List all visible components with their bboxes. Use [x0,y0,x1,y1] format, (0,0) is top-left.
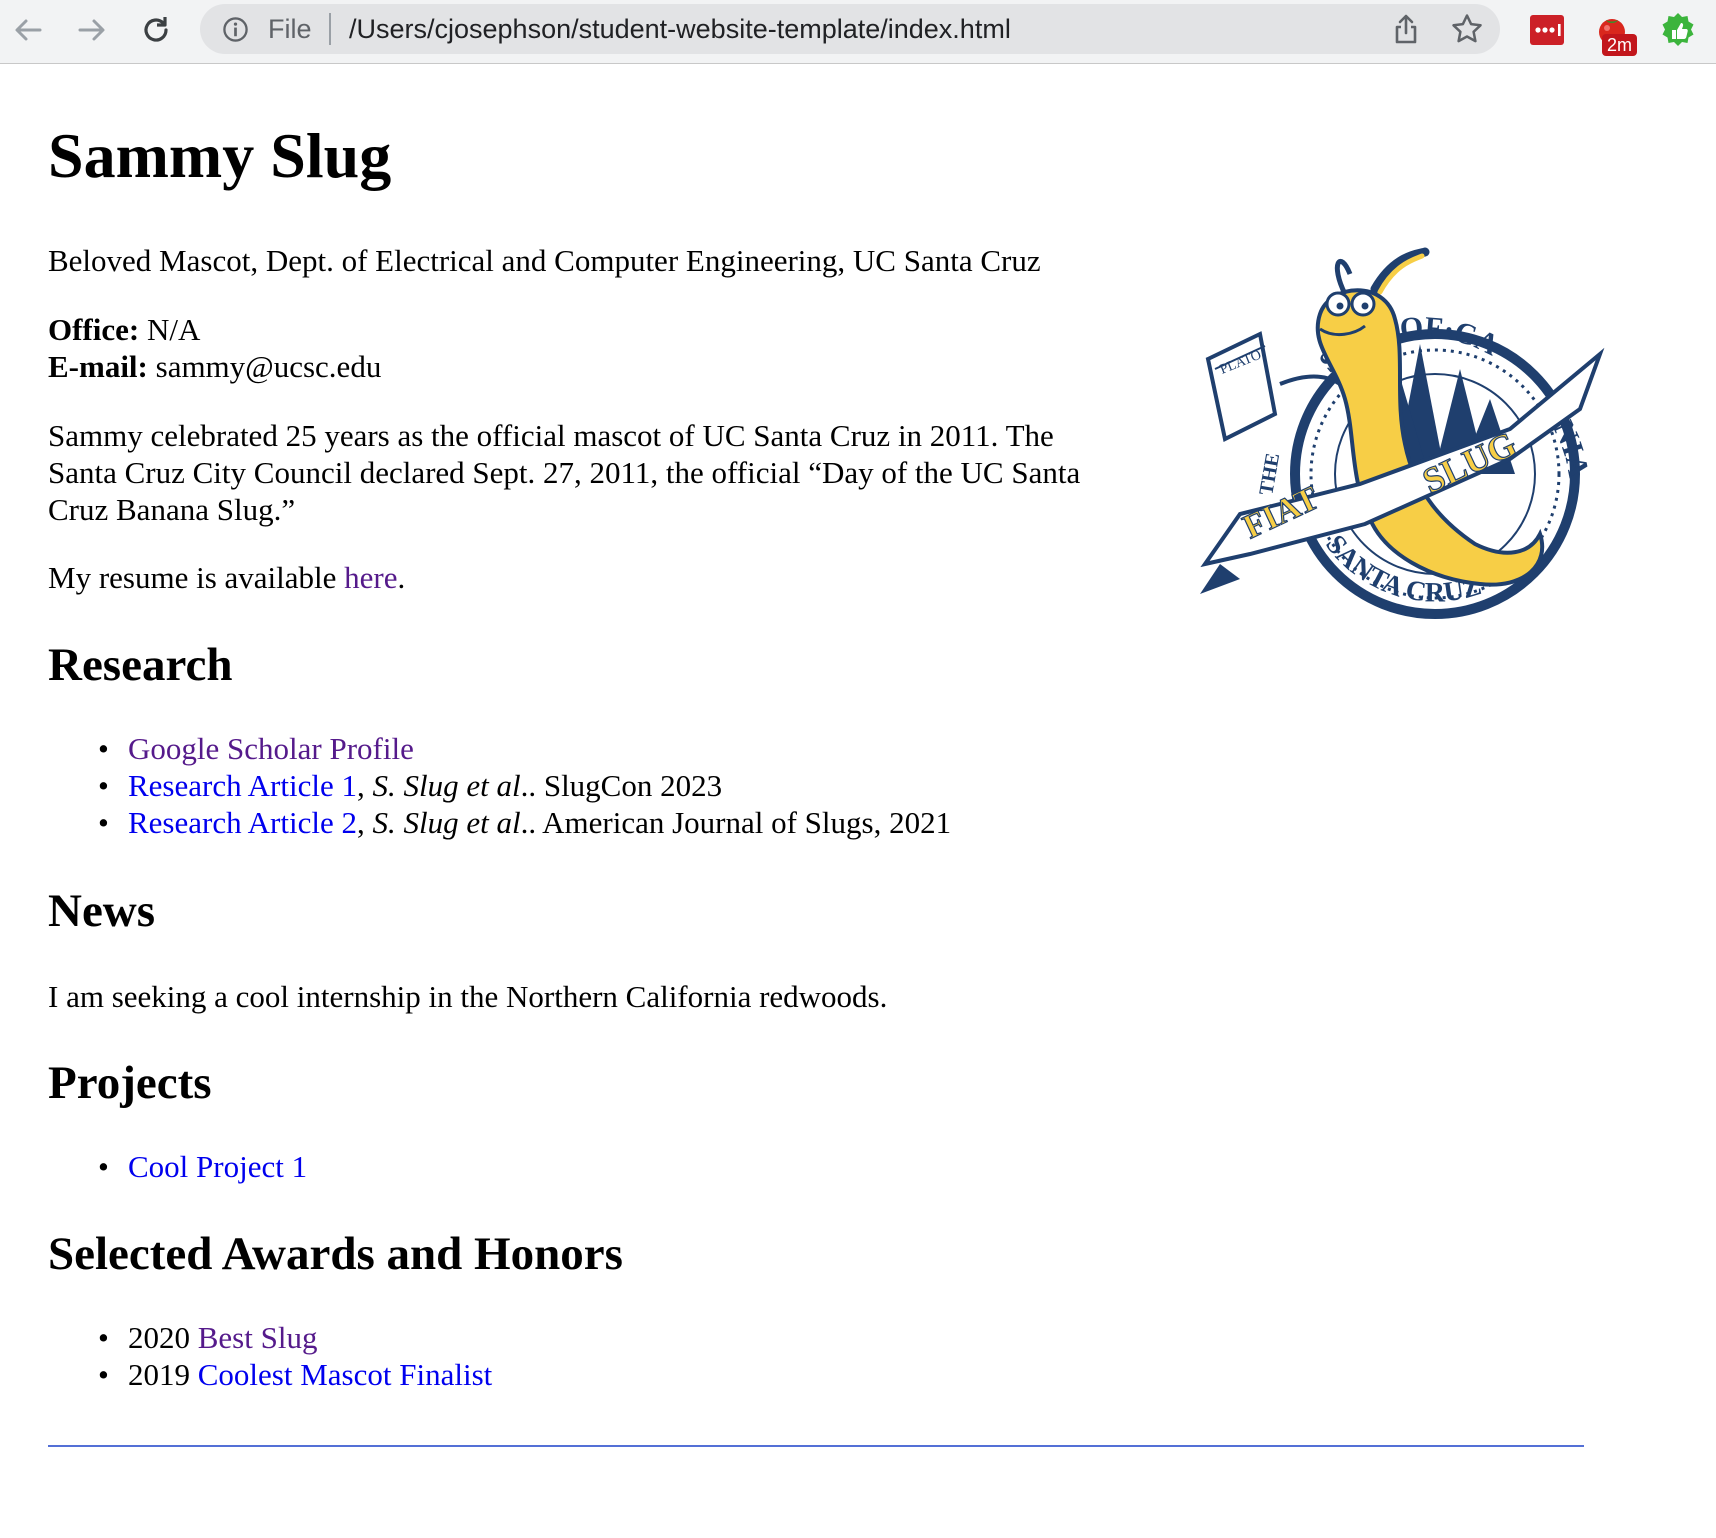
awards-list: 2020 Best Slug 2019 Coolest Mascot Final… [48,1319,492,1393]
citation-authors: S. Slug et al [372,768,521,803]
url-separator [329,13,331,45]
sammy-slug-logo: SITY·OF·CA RNIA SANTA CRUZ THE PLATO FIA… [1200,247,1605,619]
research-article-2-link[interactable]: Research Article 2 [128,805,357,840]
citation-sep: , [356,768,373,803]
research-list: Google Scholar Profile Research Article … [48,730,951,841]
resume-suffix: . [397,560,406,595]
google-scholar-link[interactable]: Google Scholar Profile [128,731,414,766]
logo-small-text: THE [1255,451,1284,496]
office-line: Office: N/A [48,311,200,348]
footer-divider [48,1445,1584,1447]
office-value: N/A [139,312,201,347]
list-item: Google Scholar Profile [48,730,951,767]
award-year: 2020 [128,1320,198,1355]
password-manager-extension-icon[interactable] [1529,12,1565,48]
list-item: 2019 Coolest Mascot Finalist [48,1356,492,1393]
research-article-1-link[interactable]: Research Article 1 [128,768,357,803]
list-item: 2020 Best Slug [48,1319,492,1356]
url-text[interactable]: /Users/cjosephson/student-website-templa… [349,14,1011,45]
email-line: E-mail: sammy@ucsc.edu [48,348,381,385]
coolest-mascot-link[interactable]: Coolest Mascot Finalist [198,1357,493,1392]
list-item: Cool Project 1 [48,1148,307,1185]
position-line: Beloved Mascot, Dept. of Electrical and … [48,243,1041,278]
citation-authors: S. Slug et al [372,805,521,840]
info-icon[interactable] [222,16,249,43]
bio-paragraph: Sammy celebrated 25 years as the officia… [48,418,1081,527]
office-label: Office: [48,312,140,347]
citation-venue: .. SlugCon 2023 [520,768,723,803]
best-slug-link[interactable]: Best Slug [198,1320,318,1355]
research-heading: Research [48,639,233,691]
resume-line: My resume is available here. [48,559,405,596]
email-value: sammy@ucsc.edu [147,349,382,384]
resume-prefix: My resume is available [48,560,345,595]
cool-project-1-link[interactable]: Cool Project 1 [128,1149,307,1184]
award-year: 2019 [128,1357,198,1392]
forward-arrow-icon[interactable] [72,10,112,50]
news-heading: News [48,885,156,937]
address-bar[interactable]: File /Users/cjosephson/student-website-t… [200,4,1500,54]
bookmark-star-icon[interactable] [1450,12,1484,46]
email-label: E-mail: [48,349,148,384]
citation-venue: .. American Journal of Slugs, 2021 [520,805,952,840]
green-extension-icon[interactable] [1660,12,1696,48]
list-item: Research Article 1, S. Slug et al.. Slug… [48,767,951,804]
back-arrow-icon[interactable] [8,10,48,50]
url-scheme-label: File [268,14,312,44]
timer-badge: 2m [1602,34,1638,56]
reload-icon[interactable] [136,10,176,50]
resume-link[interactable]: here [344,560,397,595]
share-icon[interactable] [1390,13,1422,45]
browser-toolbar: File /Users/cjosephson/student-website-t… [0,0,1716,64]
page-title: Sammy Slug [48,120,392,191]
projects-heading: Projects [48,1057,212,1109]
awards-heading: Selected Awards and Honors [48,1228,623,1280]
projects-list: Cool Project 1 [48,1148,307,1185]
citation-sep: , [356,805,373,840]
list-item: Research Article 2, S. Slug et al.. Amer… [48,804,951,841]
news-text: I am seeking a cool internship in the No… [48,979,888,1014]
